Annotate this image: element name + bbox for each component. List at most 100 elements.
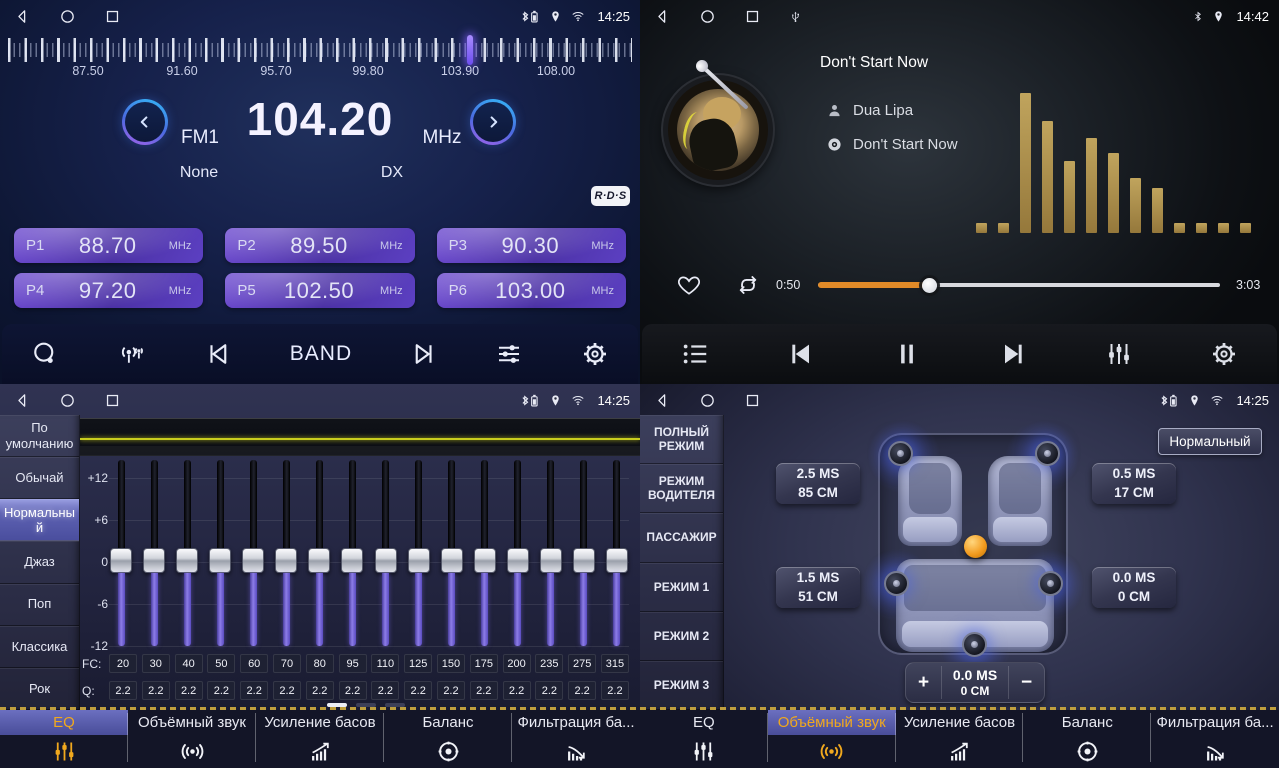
tab-surround[interactable]: Объёмный звук <box>128 710 256 768</box>
q-value-box[interactable]: 2.2 <box>371 681 399 700</box>
eq-band-slider-7[interactable] <box>340 460 364 646</box>
nav-recents-icon[interactable] <box>104 392 121 409</box>
tab-filter[interactable]: Фильтрация ба... <box>512 710 640 768</box>
eq-slider-knob[interactable] <box>143 548 165 573</box>
q-value-box[interactable]: 2.2 <box>207 681 235 700</box>
mode-item-3[interactable]: РЕЖИМ 1 <box>640 563 723 612</box>
listening-position-dot[interactable] <box>964 535 987 558</box>
eq-band-slider-6[interactable] <box>307 460 331 646</box>
q-value-box[interactable]: 2.2 <box>273 681 301 700</box>
nav-home-icon[interactable] <box>59 392 76 409</box>
eq-band-slider-15[interactable] <box>605 460 629 646</box>
fc-value-box[interactable]: 40 <box>175 654 203 673</box>
mode-item-2[interactable]: ПАССАЖИР <box>640 513 723 562</box>
eq-band-slider-2[interactable] <box>175 460 199 646</box>
nav-back-icon[interactable] <box>654 8 671 25</box>
eq-slider-knob[interactable] <box>110 548 132 573</box>
mixer-sliders-icon[interactable] <box>1104 339 1134 369</box>
q-value-box[interactable]: 2.2 <box>503 681 531 700</box>
nav-recents-icon[interactable] <box>744 392 761 409</box>
eq-band-slider-12[interactable] <box>506 460 530 646</box>
eq-slider-knob[interactable] <box>176 548 198 573</box>
eq-band-slider-3[interactable] <box>208 460 232 646</box>
eq-slider-knob[interactable] <box>242 548 264 573</box>
band-page-dash[interactable] <box>327 703 347 707</box>
band-button[interactable]: BAND <box>290 342 352 366</box>
next-station-icon[interactable] <box>408 339 438 369</box>
eq-band-slider-11[interactable] <box>473 460 497 646</box>
band-page-dash[interactable] <box>385 703 405 707</box>
q-value-box[interactable]: 2.2 <box>240 681 268 700</box>
nav-back-icon[interactable] <box>654 392 671 409</box>
eq-slider-knob[interactable] <box>341 548 363 573</box>
settings-gear-icon[interactable] <box>1209 339 1239 369</box>
seek-bar-thumb[interactable] <box>922 278 937 293</box>
favorite-heart-icon[interactable] <box>676 272 702 298</box>
tab-eq[interactable]: EQ <box>640 710 768 768</box>
playlist-icon[interactable] <box>680 339 710 369</box>
eq-preset-item-3[interactable]: Джаз <box>0 541 79 583</box>
q-value-box[interactable]: 2.2 <box>601 681 629 700</box>
fc-value-box[interactable]: 95 <box>339 654 367 673</box>
tab-eq[interactable]: EQ <box>0 710 128 768</box>
fc-value-box[interactable]: 315 <box>601 654 629 673</box>
eq-slider-knob[interactable] <box>408 548 430 573</box>
q-value-box[interactable]: 2.2 <box>339 681 367 700</box>
eq-slider-knob[interactable] <box>209 548 231 573</box>
tab-surround[interactable]: Объёмный звук <box>768 710 896 768</box>
fc-value-box[interactable]: 235 <box>535 654 563 673</box>
tab-balance[interactable]: Баланс <box>384 710 512 768</box>
fc-value-box[interactable]: 30 <box>142 654 170 673</box>
delay-front-right-button[interactable]: 0.5 MS 17 CM <box>1092 463 1176 504</box>
fc-value-box[interactable]: 150 <box>437 654 465 673</box>
eq-band-slider-4[interactable] <box>241 460 265 646</box>
q-value-box[interactable]: 2.2 <box>109 681 137 700</box>
fc-value-box[interactable]: 80 <box>306 654 334 673</box>
tab-bass[interactable]: Усиление басов <box>256 710 384 768</box>
eq-preset-item-4[interactable]: Поп <box>0 584 79 626</box>
preset-button-p3[interactable]: P390.30MHz <box>437 228 626 263</box>
eq-slider-knob[interactable] <box>507 548 529 573</box>
eq-slider-knob[interactable] <box>275 548 297 573</box>
eq-band-slider-5[interactable] <box>274 460 298 646</box>
mode-item-0[interactable]: ПОЛНЫЙ РЕЖИМ <box>640 415 723 464</box>
fc-value-box[interactable]: 70 <box>273 654 301 673</box>
seek-down-button[interactable] <box>122 99 168 145</box>
increase-delay-button[interactable]: + <box>906 672 941 694</box>
q-value-box[interactable]: 2.2 <box>306 681 334 700</box>
eq-preset-item-0[interactable]: По умолчанию <box>0 415 79 457</box>
eq-band-slider-9[interactable] <box>407 460 431 646</box>
profile-button[interactable]: Нормальный <box>1158 428 1262 455</box>
broadcast-icon[interactable] <box>116 339 148 369</box>
tab-filter[interactable]: Фильтрация ба... <box>1151 710 1279 768</box>
repeat-icon[interactable] <box>734 272 762 298</box>
next-track-icon[interactable] <box>997 338 1029 370</box>
nav-home-icon[interactable] <box>699 8 716 25</box>
eq-band-slider-14[interactable] <box>572 460 596 646</box>
preset-button-p6[interactable]: P6103.00MHz <box>437 273 626 308</box>
preset-button-p2[interactable]: P289.50MHz <box>225 228 414 263</box>
nav-home-icon[interactable] <box>59 8 76 25</box>
fc-value-box[interactable]: 275 <box>568 654 596 673</box>
delay-rear-right-button[interactable]: 0.0 MS 0 CM <box>1092 567 1176 608</box>
fc-value-box[interactable]: 60 <box>240 654 268 673</box>
eq-slider-knob[interactable] <box>606 548 628 573</box>
eq-slider-knob[interactable] <box>474 548 496 573</box>
fc-value-box[interactable]: 175 <box>470 654 498 673</box>
eq-slider-knob[interactable] <box>375 548 397 573</box>
tab-bass[interactable]: Усиление басов <box>896 710 1024 768</box>
eq-slider-knob[interactable] <box>540 548 562 573</box>
seek-bar[interactable] <box>818 283 1220 287</box>
mode-item-1[interactable]: РЕЖИМ ВОДИТЕЛЯ <box>640 464 723 513</box>
fc-value-box[interactable]: 50 <box>207 654 235 673</box>
pause-icon[interactable] <box>892 338 922 370</box>
seek-up-button[interactable] <box>470 99 516 145</box>
nav-back-icon[interactable] <box>14 8 31 25</box>
nav-home-icon[interactable] <box>699 392 716 409</box>
band-page-dash[interactable] <box>356 703 376 707</box>
q-value-box[interactable]: 2.2 <box>535 681 563 700</box>
settings-gear-icon[interactable] <box>580 339 610 369</box>
decrease-delay-button[interactable]: − <box>1009 672 1044 694</box>
fc-value-box[interactable]: 20 <box>109 654 137 673</box>
fc-value-box[interactable]: 125 <box>404 654 432 673</box>
